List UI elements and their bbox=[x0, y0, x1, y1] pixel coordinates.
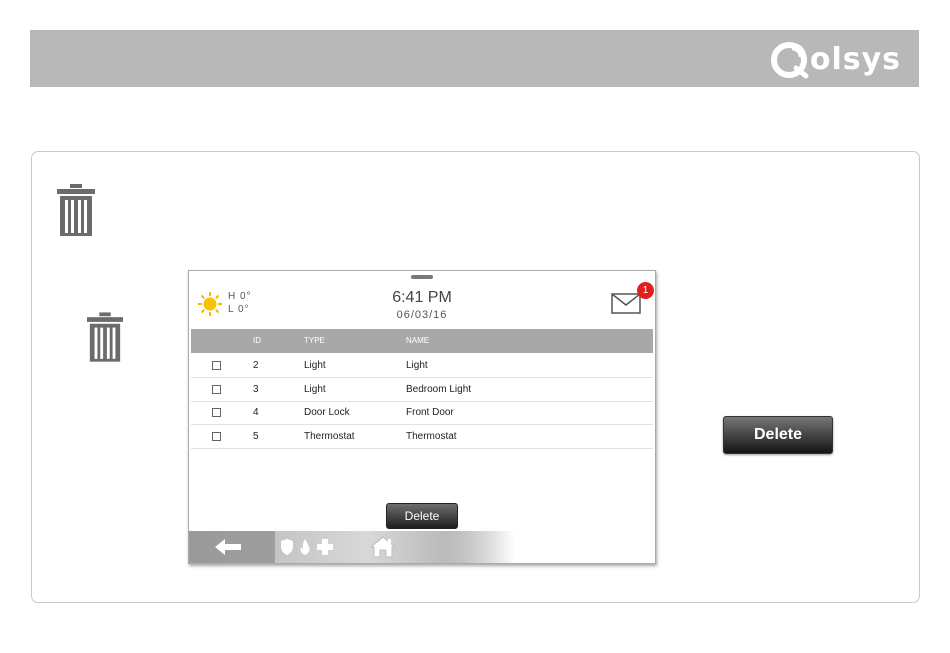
table-header: ID TYPE NAME bbox=[191, 329, 653, 353]
row-type: Thermostat bbox=[304, 431, 355, 442]
trash-icon[interactable] bbox=[87, 312, 123, 364]
row-checkbox[interactable] bbox=[212, 408, 221, 417]
delete-button[interactable]: Delete bbox=[723, 416, 833, 454]
table-row[interactable]: 4 Door Lock Front Door bbox=[191, 401, 653, 425]
table-row[interactable]: 3 Light Bedroom Light bbox=[191, 378, 653, 402]
clock-time: 6:41 PM bbox=[392, 289, 452, 306]
row-name: Bedroom Light bbox=[406, 384, 472, 395]
envelope-icon[interactable] bbox=[611, 293, 641, 314]
row-checkbox[interactable] bbox=[212, 432, 221, 441]
row-type: Light bbox=[304, 360, 326, 371]
bottom-nav-bar bbox=[189, 531, 655, 563]
row-id: 5 bbox=[253, 431, 259, 442]
column-header-id: ID bbox=[253, 336, 261, 345]
row-name: Front Door bbox=[406, 407, 454, 418]
column-header-type: TYPE bbox=[304, 336, 325, 345]
table-row[interactable]: 2 Light Light bbox=[191, 354, 653, 378]
row-id: 3 bbox=[253, 384, 259, 395]
shield-icon[interactable] bbox=[281, 539, 293, 555]
message-count-badge: 1 bbox=[637, 282, 654, 299]
column-header-name: NAME bbox=[406, 336, 430, 345]
table-row[interactable]: 5 Thermostat Thermostat bbox=[191, 425, 653, 449]
clock-date: 06/03/16 bbox=[396, 309, 448, 321]
brand-name: olsys bbox=[809, 41, 901, 77]
panel-screen: H 0° L 0° 6:41 PM 06/03/16 1 ID TYPE NAM… bbox=[188, 270, 656, 564]
trash-icon bbox=[57, 184, 95, 236]
row-name: Light bbox=[406, 360, 428, 371]
row-checkbox[interactable] bbox=[212, 385, 221, 394]
row-id: 2 bbox=[253, 360, 259, 371]
arrow-left-icon[interactable] bbox=[215, 539, 241, 555]
panel-delete-button[interactable]: Delete bbox=[386, 503, 458, 529]
qolsys-logo-icon bbox=[770, 42, 809, 79]
home-icon[interactable] bbox=[370, 536, 396, 558]
row-type: Light bbox=[304, 384, 326, 395]
header-band: olsys bbox=[30, 30, 919, 87]
row-type: Door Lock bbox=[304, 407, 350, 418]
plus-icon[interactable] bbox=[317, 539, 333, 555]
row-id: 4 bbox=[253, 407, 259, 418]
pull-down-handle[interactable] bbox=[411, 275, 433, 279]
flame-icon[interactable] bbox=[299, 539, 311, 555]
brand-logo: olsys bbox=[770, 38, 901, 80]
row-checkbox[interactable] bbox=[212, 361, 221, 370]
row-name: Thermostat bbox=[406, 431, 457, 442]
